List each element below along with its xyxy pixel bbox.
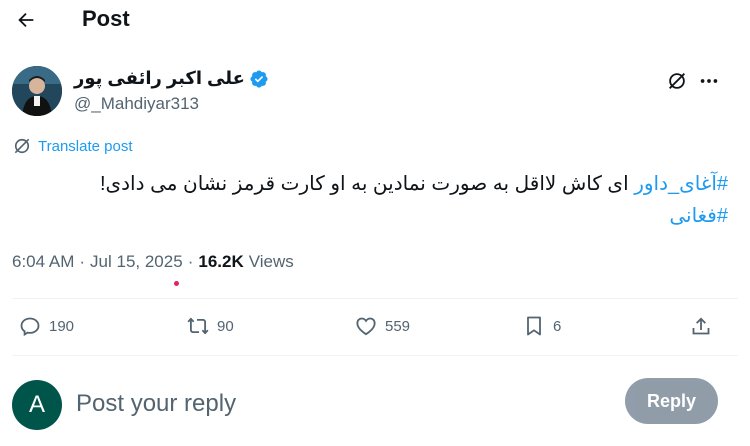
hashtag-link[interactable]: #آغای_داور xyxy=(634,173,728,195)
more-options-button[interactable] xyxy=(696,68,722,94)
more-dots-icon xyxy=(700,79,718,83)
heart-icon xyxy=(356,317,376,336)
post-date[interactable]: Jul 15, 2025 xyxy=(90,252,183,272)
bookmark-action-button[interactable]: 6 xyxy=(522,314,561,338)
hashtag-link[interactable]: #فغانی xyxy=(669,205,728,227)
repost-icon xyxy=(187,317,209,335)
translate-icon xyxy=(14,138,30,154)
views-count: 16.2K xyxy=(198,252,244,271)
meta-separator: · xyxy=(187,252,194,271)
reply-bubble-icon xyxy=(20,317,40,337)
post-actions-bar: 190 90 559 6 xyxy=(0,300,750,354)
indicator-dot xyxy=(174,281,179,286)
post-meta: 6:04 AM · Jul 15, 2025 · 16.2K Views xyxy=(12,252,294,272)
meta-separator: · xyxy=(79,252,86,271)
repost-count: 90 xyxy=(217,317,234,335)
current-user-avatar[interactable]: A xyxy=(12,380,62,430)
verified-badge-icon xyxy=(250,69,268,88)
arrow-left-icon xyxy=(18,12,34,28)
translate-post-link[interactable]: Translate post xyxy=(12,136,133,156)
repost-action-button[interactable]: 90 xyxy=(186,314,234,338)
post-text: #آغای_داور ای کاش لااقل به صورت نمادین ب… xyxy=(8,168,728,232)
views-label: Views xyxy=(248,252,294,271)
bookmark-count: 6 xyxy=(553,317,562,335)
reply-button[interactable]: Reply xyxy=(625,378,718,424)
post-body-text: ای کاش لااقل به صورت نمادین به او کارت ق… xyxy=(99,173,635,195)
author-handle[interactable]: @_Mahdiyar313 xyxy=(74,94,199,114)
reply-count: 190 xyxy=(49,317,75,335)
page-title: Post xyxy=(82,6,130,31)
reply-composer: A Reply xyxy=(0,356,750,446)
post-author: علی اکبر رائفی پور @_Mahdiyar313 xyxy=(12,66,738,120)
grok-button[interactable] xyxy=(664,68,690,94)
author-name[interactable]: علی اکبر رائفی پور xyxy=(74,68,245,89)
reply-input[interactable] xyxy=(74,386,598,422)
back-button[interactable] xyxy=(12,6,40,34)
like-action-button[interactable]: 559 xyxy=(354,314,410,338)
share-button[interactable] xyxy=(689,314,713,338)
share-icon xyxy=(692,317,710,335)
like-count: 559 xyxy=(385,317,411,335)
post-time[interactable]: 6:04 AM xyxy=(12,252,74,272)
grok-icon xyxy=(669,73,685,89)
top-bar: Post xyxy=(0,0,750,40)
reply-action-button[interactable]: 190 xyxy=(18,314,74,338)
translate-post-label: Translate post xyxy=(38,137,133,155)
author-avatar[interactable] xyxy=(12,66,62,116)
divider xyxy=(12,298,738,299)
bookmark-icon xyxy=(527,316,541,336)
